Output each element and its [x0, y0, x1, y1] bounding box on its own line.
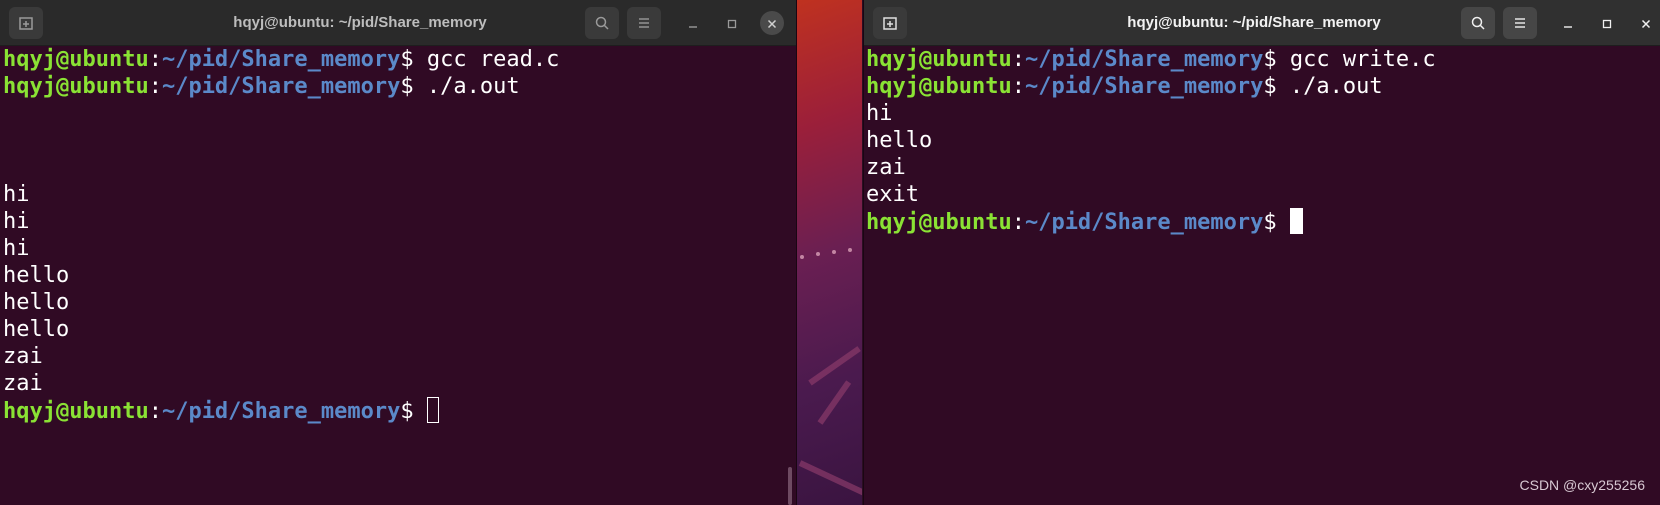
minimize-icon	[688, 14, 698, 33]
search-button[interactable]	[1461, 7, 1495, 39]
output-line: hello	[3, 290, 70, 315]
output-line: hello	[3, 263, 70, 288]
hamburger-menu-icon	[637, 17, 651, 29]
terminal-window-left[interactable]: hqyj@ubuntu: ~/pid/Share_memory hqyj@ubu…	[0, 0, 796, 505]
prompt-separator: :	[1011, 74, 1025, 99]
prompt-line: hqyj@ubuntu:~/pid/Share_memory$ ./a.out	[866, 73, 1648, 100]
prompt-separator: :	[148, 47, 162, 72]
output-line: zai	[3, 344, 43, 369]
watermark: CSDN @cxy255256	[1519, 477, 1646, 493]
prompt-line: hqyj@ubuntu:~/pid/Share_memory$	[3, 397, 784, 424]
prompt-user: hqyj@ubuntu	[866, 47, 1012, 72]
prompt-path: ~/pid/Share_memory	[161, 47, 401, 72]
close-icon	[767, 14, 777, 33]
output-line: hi	[3, 182, 30, 207]
prompt-line: hqyj@ubuntu:~/pid/Share_memory$	[866, 208, 1648, 235]
command-text: ./a.out	[1289, 74, 1383, 99]
prompt-user: hqyj@ubuntu	[3, 399, 149, 424]
new-tab-button[interactable]	[9, 7, 43, 39]
prompt-symbol: $	[1263, 47, 1290, 72]
terminal-output[interactable]: hqyj@ubuntu:~/pid/Share_memory$ gcc writ…	[866, 46, 1648, 505]
command-text: gcc write.c	[1289, 47, 1436, 72]
prompt-line: hqyj@ubuntu:~/pid/Share_memory$ ./a.out	[3, 73, 784, 100]
close-button[interactable]	[760, 11, 784, 35]
new-tab-icon	[18, 15, 34, 31]
maximize-icon	[1602, 14, 1612, 33]
command-text: gcc read.c	[426, 47, 560, 72]
output-line: exit	[866, 182, 919, 207]
output-line: hi	[3, 236, 30, 261]
output-line: hi	[866, 101, 893, 126]
maximize-icon	[727, 14, 737, 33]
prompt-symbol: $	[1263, 74, 1290, 99]
prompt-separator: :	[1011, 210, 1025, 235]
minimize-icon	[1563, 14, 1573, 33]
close-icon	[1641, 14, 1651, 33]
prompt-path: ~/pid/Share_memory	[1024, 210, 1264, 235]
prompt-path: ~/pid/Share_memory	[161, 74, 401, 99]
new-tab-icon	[882, 15, 898, 31]
minimize-button[interactable]	[1556, 11, 1580, 35]
output-line: zai	[866, 155, 906, 180]
desktop-wallpaper	[790, 0, 862, 505]
prompt-separator: :	[1011, 47, 1025, 72]
terminal-output[interactable]: hqyj@ubuntu:~/pid/Share_memory$ gcc read…	[3, 46, 784, 505]
prompt-path: ~/pid/Share_memory	[161, 399, 401, 424]
menu-button[interactable]	[1503, 7, 1537, 39]
prompt-path: ~/pid/Share_memory	[1024, 74, 1264, 99]
command-text: ./a.out	[426, 74, 520, 99]
prompt-user: hqyj@ubuntu	[3, 74, 149, 99]
close-button[interactable]	[1634, 11, 1658, 35]
prompt-user: hqyj@ubuntu	[866, 74, 1012, 99]
prompt-separator: :	[148, 74, 162, 99]
window-title: hqyj@ubuntu: ~/pid/Share_memory	[1127, 14, 1381, 31]
search-button[interactable]	[585, 7, 619, 39]
output-line: hello	[3, 317, 70, 342]
prompt-symbol: $	[1263, 210, 1290, 235]
text-cursor	[426, 397, 439, 423]
prompt-symbol: $	[400, 74, 427, 99]
prompt-path: ~/pid/Share_memory	[1024, 47, 1264, 72]
prompt-user: hqyj@ubuntu	[866, 210, 1012, 235]
prompt-symbol: $	[400, 47, 427, 72]
terminal-window-right[interactable]: hqyj@ubuntu: ~/pid/Share_memory hqyj@ubu…	[864, 0, 1660, 505]
titlebar[interactable]: hqyj@ubuntu: ~/pid/Share_memory	[864, 0, 1660, 46]
prompt-line: hqyj@ubuntu:~/pid/Share_memory$ gcc writ…	[866, 46, 1648, 73]
titlebar[interactable]: hqyj@ubuntu: ~/pid/Share_memory	[0, 0, 796, 46]
window-title: hqyj@ubuntu: ~/pid/Share_memory	[233, 14, 487, 31]
output-line: hi	[3, 209, 30, 234]
maximize-button[interactable]	[720, 11, 744, 35]
search-icon	[1470, 15, 1486, 31]
new-tab-button[interactable]	[873, 7, 907, 39]
output-line: zai	[3, 371, 43, 396]
search-icon	[594, 15, 610, 31]
prompt-line: hqyj@ubuntu:~/pid/Share_memory$ gcc read…	[3, 46, 784, 73]
prompt-separator: :	[148, 399, 162, 424]
menu-button[interactable]	[627, 7, 661, 39]
maximize-button[interactable]	[1595, 11, 1619, 35]
text-cursor	[1289, 208, 1303, 234]
scrollbar-thumb[interactable]	[788, 467, 792, 505]
output-line: hello	[866, 128, 933, 153]
hamburger-menu-icon	[1513, 17, 1527, 29]
prompt-symbol: $	[400, 399, 427, 424]
minimize-button[interactable]	[681, 11, 705, 35]
prompt-user: hqyj@ubuntu	[3, 47, 149, 72]
